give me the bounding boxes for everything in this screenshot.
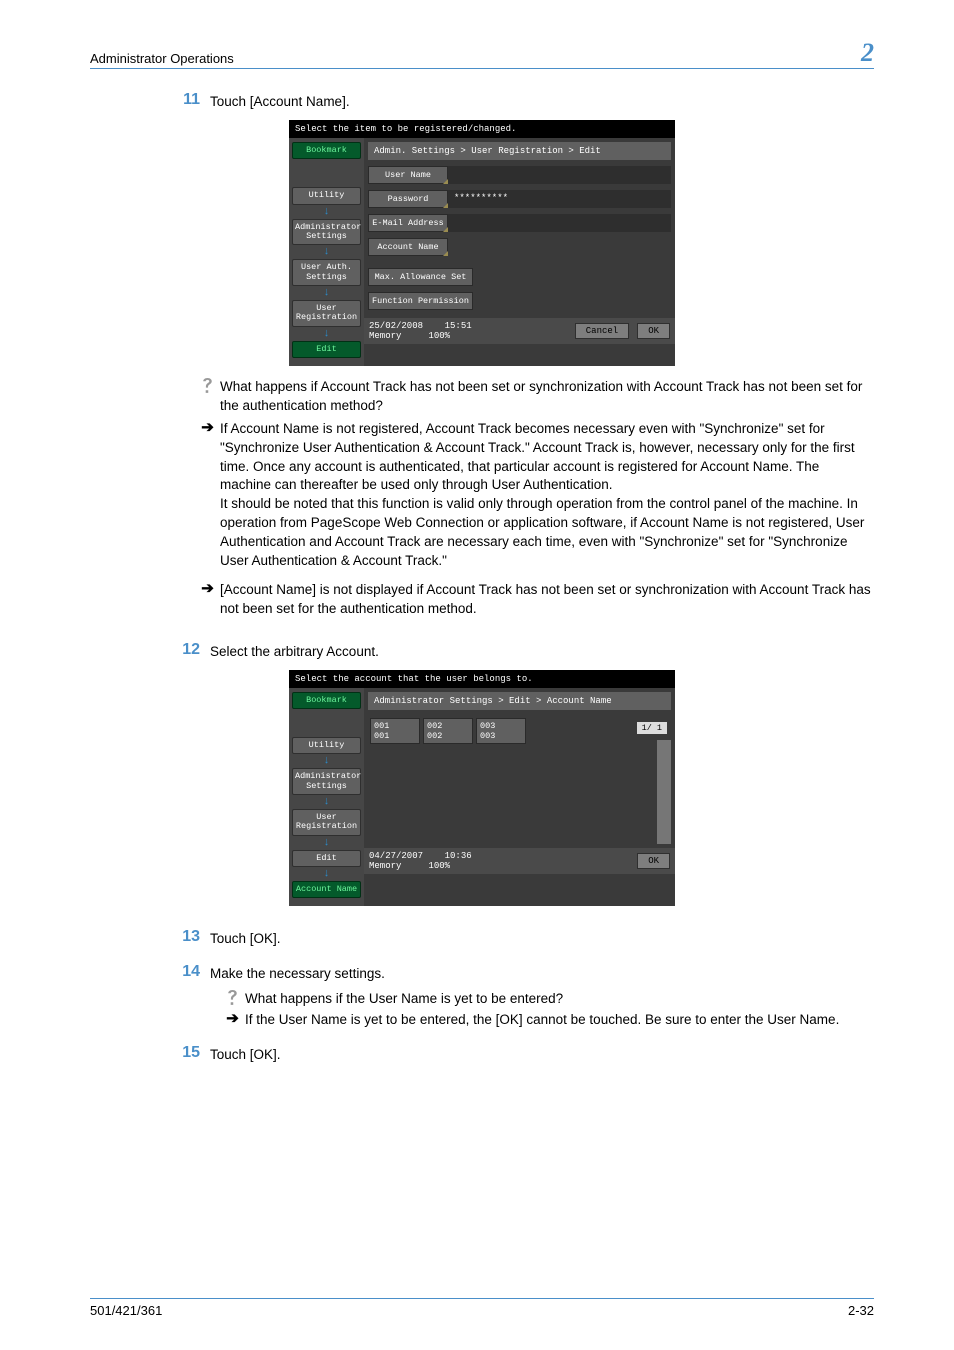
down-arrow-icon: ↓	[292, 756, 361, 767]
account-name-button[interactable]: Account Name	[292, 881, 361, 898]
panel-sidebar: Bookmark Utility ↓ Administrator Setting…	[289, 688, 364, 907]
panel-instruction: Select the item to be registered/changed…	[289, 120, 675, 138]
ok-button[interactable]: OK	[637, 323, 670, 339]
lcd-panel-account: Select the account that the user belongs…	[289, 670, 675, 907]
footer-memory-label: Memory	[369, 861, 401, 871]
step-number: 12	[160, 641, 210, 662]
user-registration-button[interactable]: User Registration	[292, 809, 361, 836]
annotation-answer: [Account Name] is not displayed if Accou…	[220, 581, 874, 619]
step-text: Touch [OK].	[210, 928, 874, 949]
breadcrumb: Administrator Settings > Edit > Account …	[368, 692, 671, 710]
footer-memory-label: Memory	[369, 331, 401, 341]
utility-button[interactable]: Utility	[292, 187, 361, 204]
admin-settings-button[interactable]: Administrator Settings	[292, 219, 361, 246]
footer-memory-value: 100%	[428, 331, 450, 341]
page-indicator: 1/ 1	[637, 722, 667, 734]
account-item[interactable]: 001 001	[370, 718, 420, 744]
page-footer: 501/421/361 2-32	[90, 1298, 874, 1318]
down-arrow-icon: ↓	[292, 838, 361, 849]
account-code: 001	[374, 721, 416, 731]
down-arrow-icon: ↓	[292, 869, 361, 880]
annotation-question: What happens if Account Track has not be…	[220, 378, 874, 416]
panel-footer: 25/02/2008 15:51 Memory 100% Cancel OK	[364, 318, 675, 344]
account-name-label: 002	[427, 731, 469, 741]
arrow-right-icon: ➔	[195, 581, 220, 619]
password-button[interactable]: Password	[368, 190, 448, 208]
down-arrow-icon: ↓	[292, 288, 361, 299]
question-icon	[220, 990, 245, 1009]
footer-time: 10:36	[445, 851, 472, 861]
account-item[interactable]: 002 002	[423, 718, 473, 744]
arrow-right-icon: ➔	[220, 1011, 245, 1030]
down-arrow-icon: ↓	[292, 329, 361, 340]
footer-date: 25/02/2008	[369, 321, 423, 331]
footer-time: 15:51	[445, 321, 472, 331]
breadcrumb: Admin. Settings > User Registration > Ed…	[368, 142, 671, 160]
question-icon	[195, 378, 220, 416]
down-arrow-icon: ↓	[292, 797, 361, 808]
down-arrow-icon: ↓	[292, 207, 361, 218]
footer-date: 04/27/2007	[369, 851, 423, 861]
chapter-number: 2	[861, 40, 874, 66]
step-number: 11	[160, 91, 210, 112]
step-text: Select the arbitrary Account.	[210, 641, 874, 662]
step-number: 15	[160, 1044, 210, 1065]
step-number: 14	[160, 963, 210, 984]
user-auth-settings-button[interactable]: User Auth. Settings	[292, 259, 361, 286]
ok-button[interactable]: OK	[637, 853, 670, 869]
edit-button[interactable]: Edit	[292, 341, 361, 358]
function-permission-button[interactable]: Function Permission	[368, 292, 473, 310]
lcd-panel-edit: Select the item to be registered/changed…	[289, 120, 675, 366]
user-name-value	[448, 166, 671, 184]
panel-sidebar: Bookmark Utility ↓ Administrator Setting…	[289, 138, 364, 366]
account-code: 002	[427, 721, 469, 731]
step-text: Make the necessary settings.	[210, 963, 874, 984]
account-name-label: 003	[480, 731, 522, 741]
cancel-button[interactable]: Cancel	[575, 323, 629, 339]
user-name-button[interactable]: User Name	[368, 166, 448, 184]
down-arrow-icon: ↓	[292, 247, 361, 258]
step-text: Touch [OK].	[210, 1044, 874, 1065]
bookmark-button[interactable]: Bookmark	[292, 692, 361, 709]
utility-button[interactable]: Utility	[292, 737, 361, 754]
password-value: **********	[448, 190, 671, 208]
scrollbar[interactable]	[657, 740, 671, 844]
step-text: Touch [Account Name].	[210, 91, 874, 112]
header-title: Administrator Operations	[90, 51, 234, 66]
page-header: Administrator Operations 2	[90, 40, 874, 69]
user-registration-button[interactable]: User Registration	[292, 300, 361, 327]
annotation-question: What happens if the User Name is yet to …	[245, 990, 874, 1009]
account-name-label: 001	[374, 731, 416, 741]
edit-button[interactable]: Edit	[292, 850, 361, 867]
max-allowance-button[interactable]: Max. Allowance Set	[368, 268, 473, 286]
footer-memory-value: 100%	[428, 861, 450, 871]
account-name-button[interactable]: Account Name	[368, 238, 448, 256]
admin-settings-button[interactable]: Administrator Settings	[292, 768, 361, 795]
bookmark-button[interactable]: Bookmark	[292, 142, 361, 159]
panel-footer: 04/27/2007 10:36 Memory 100% OK	[364, 848, 675, 874]
footer-model: 501/421/361	[90, 1303, 162, 1318]
step-number: 13	[160, 928, 210, 949]
account-item[interactable]: 003 003	[476, 718, 526, 744]
footer-page-number: 2-32	[848, 1303, 874, 1318]
email-value	[448, 214, 671, 232]
annotation-answer: If the User Name is yet to be entered, t…	[245, 1011, 874, 1030]
arrow-right-icon: ➔	[195, 420, 220, 571]
email-button[interactable]: E-Mail Address	[368, 214, 448, 232]
panel-instruction: Select the account that the user belongs…	[289, 670, 675, 688]
account-code: 003	[480, 721, 522, 731]
annotation-answer: If Account Name is not registered, Accou…	[220, 420, 874, 571]
